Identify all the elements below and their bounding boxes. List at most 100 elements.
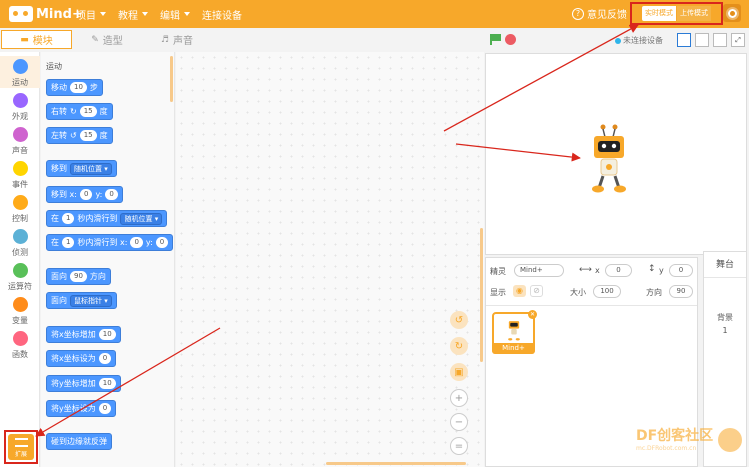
steps-input[interactable]: 10 <box>70 82 87 93</box>
fullscreen-button[interactable]: ⤢ <box>731 33 745 47</box>
delete-sprite-button[interactable]: ✕ <box>528 310 537 319</box>
show-sprite-toggle[interactable]: ◉ <box>513 285 526 297</box>
feedback-button[interactable]: ? 意见反馈 <box>572 6 627 21</box>
block-palette: 运动 移动 10 步 右转 ↻ 15 度 左转 ↺ 15 度 移到 随机位置 移… <box>41 52 175 467</box>
redo-button[interactable]: ↻ <box>450 337 468 355</box>
undo-icon: ↺ <box>454 314 464 326</box>
block-change-y[interactable]: 将y坐标增加 10 <box>46 375 121 392</box>
extension-button[interactable]: 扩展 <box>4 430 38 464</box>
clean-up-button[interactable]: ▣ <box>450 363 468 381</box>
category-control[interactable]: 控制 <box>0 194 40 226</box>
eye-icon: ◉ <box>516 286 523 295</box>
variables-dot-icon <box>12 297 28 312</box>
glide-xy-seconds-input[interactable]: 1 <box>62 237 75 248</box>
block-change-x[interactable]: 将x坐标增加 10 <box>46 326 121 343</box>
watermark-logo-icon <box>718 428 742 452</box>
block-glide-xy[interactable]: 在 1 秒内滑行到 x: 0 y: 0 <box>46 234 174 251</box>
sprite-name-input[interactable]: Mind+ <box>514 264 564 277</box>
menu-project[interactable]: 项目 <box>76 7 106 22</box>
sprite-thumbnail-name: Mind+ <box>492 343 535 354</box>
block-set-x[interactable]: 将x坐标设为 0 <box>46 350 117 367</box>
workspace-horizontal-scrollbar[interactable] <box>326 462 466 465</box>
menu-connect-device[interactable]: 连接设备 <box>202 7 242 22</box>
block-set-y[interactable]: 将y坐标设为 0 <box>46 400 117 417</box>
crop-icon: ▣ <box>454 366 464 378</box>
direction-field[interactable]: 90 <box>669 285 693 298</box>
x-input[interactable]: 0 <box>605 264 632 277</box>
block-move-steps[interactable]: 移动 10 步 <box>46 79 103 96</box>
upload-mode-button[interactable]: 上传模式 <box>677 6 711 21</box>
menu-tutorial[interactable]: 教程 <box>118 7 148 22</box>
app-logo[interactable]: Mind+ <box>9 5 83 23</box>
goto-x-input[interactable]: 0 <box>79 189 93 200</box>
sprite-thumbnail[interactable]: ✕ Mind+ <box>492 310 537 354</box>
feedback-label: 意见反馈 <box>587 10 627 21</box>
block-turn-right[interactable]: 右转 ↻ 15 度 <box>46 103 113 120</box>
undo-button[interactable]: ↺ <box>450 311 468 329</box>
tab-costumes[interactable]: ✎ 造型 <box>74 30 140 49</box>
stage-canvas[interactable] <box>485 53 747 255</box>
settings-button[interactable] <box>723 4 741 22</box>
redo-icon: ↻ <box>454 340 464 352</box>
size-label: 大小 <box>570 288 586 297</box>
change-x-input[interactable]: 10 <box>98 329 116 340</box>
mind-plus-robot-sprite[interactable] <box>589 124 629 194</box>
zoom-reset-button[interactable]: = <box>450 437 468 455</box>
stop-icon[interactable] <box>505 34 516 45</box>
category-sensing[interactable]: 侦测 <box>0 228 40 260</box>
x-arrows-icon: ⟷ <box>579 265 592 275</box>
category-operators[interactable]: 运算符 <box>0 262 40 294</box>
workspace-vertical-scrollbar[interactable] <box>480 228 483 362</box>
glide-target-dropdown[interactable]: 随机位置 <box>120 212 163 225</box>
mind-plus-logo-icon <box>9 6 33 22</box>
zoom-out-button[interactable]: − <box>450 413 468 431</box>
block-glide[interactable]: 在 1 秒内滑行到 随机位置 <box>46 210 168 227</box>
large-stage-button[interactable] <box>695 33 709 47</box>
point-towards-dropdown[interactable]: 鼠标指针 <box>70 294 112 307</box>
block-point-direction[interactable]: 面向 90 方向 <box>46 268 111 285</box>
small-stage-button[interactable] <box>677 33 691 47</box>
block-bounce[interactable]: 碰到边缘就反弹 <box>46 433 112 450</box>
category-sound[interactable]: 声音 <box>0 126 40 158</box>
menu-edit[interactable]: 编辑 <box>160 7 190 22</box>
goto-target-dropdown[interactable]: 随机位置 <box>70 162 112 175</box>
category-motion[interactable]: 运动 <box>0 56 40 88</box>
tab-sounds[interactable]: ♬ 声音 <box>142 30 212 49</box>
goto-y-input[interactable]: 0 <box>105 189 118 200</box>
glide-seconds-input[interactable]: 1 <box>62 213 75 224</box>
y-input[interactable]: 0 <box>669 264 693 277</box>
turn-right-degrees-input[interactable]: 15 <box>79 106 97 117</box>
block-point-towards[interactable]: 面向 鼠标指针 <box>46 292 117 309</box>
sprite-properties: 精灵 Mind+ ⟷ x 0 ↕ y 0 显示 ◉ ⊘ 大小 100 方向 90 <box>486 258 697 306</box>
tab-blocks[interactable]: ▬ 模块 <box>1 30 72 49</box>
block-turn-left[interactable]: 左转 ↺ 15 度 <box>46 127 113 144</box>
block-goto[interactable]: 移到 随机位置 <box>46 160 117 177</box>
direction-input[interactable]: 90 <box>70 271 87 282</box>
split-stage-button[interactable] <box>713 33 727 47</box>
glide-y-input[interactable]: 0 <box>155 237 169 248</box>
stage-controls: 未连接设备 ⤢ <box>484 28 749 52</box>
looks-dot-icon <box>12 93 28 108</box>
category-looks[interactable]: 外观 <box>0 92 40 124</box>
set-x-input[interactable]: 0 <box>98 353 112 364</box>
turn-left-degrees-input[interactable]: 15 <box>79 130 97 141</box>
category-variables[interactable]: 变量 <box>0 296 40 328</box>
equals-icon: = <box>454 440 464 452</box>
set-y-input[interactable]: 0 <box>98 403 112 414</box>
fullscreen-icon: ⤢ <box>735 36 741 44</box>
change-y-input[interactable]: 10 <box>98 378 116 389</box>
size-input[interactable]: 100 <box>593 285 621 298</box>
hide-sprite-toggle[interactable]: ⊘ <box>530 285 543 297</box>
category-functions[interactable]: 函数 <box>0 330 40 362</box>
glide-x-input[interactable]: 0 <box>130 237 143 248</box>
green-flag-icon[interactable] <box>490 34 501 45</box>
category-events[interactable]: 事件 <box>0 160 40 192</box>
palette-scrollbar[interactable] <box>170 56 173 102</box>
functions-dot-icon <box>12 331 28 346</box>
realtime-mode-button[interactable]: 实时模式 <box>642 6 676 21</box>
rotate-ccw-icon: ↺ <box>70 131 77 140</box>
block-goto-xy[interactable]: 移到 x: 0 y: 0 <box>46 186 123 203</box>
extension-inner: 扩展 <box>8 434 34 460</box>
script-workspace[interactable]: ↺ ↻ ▣ + − = <box>176 52 484 467</box>
zoom-in-button[interactable]: + <box>450 389 468 407</box>
